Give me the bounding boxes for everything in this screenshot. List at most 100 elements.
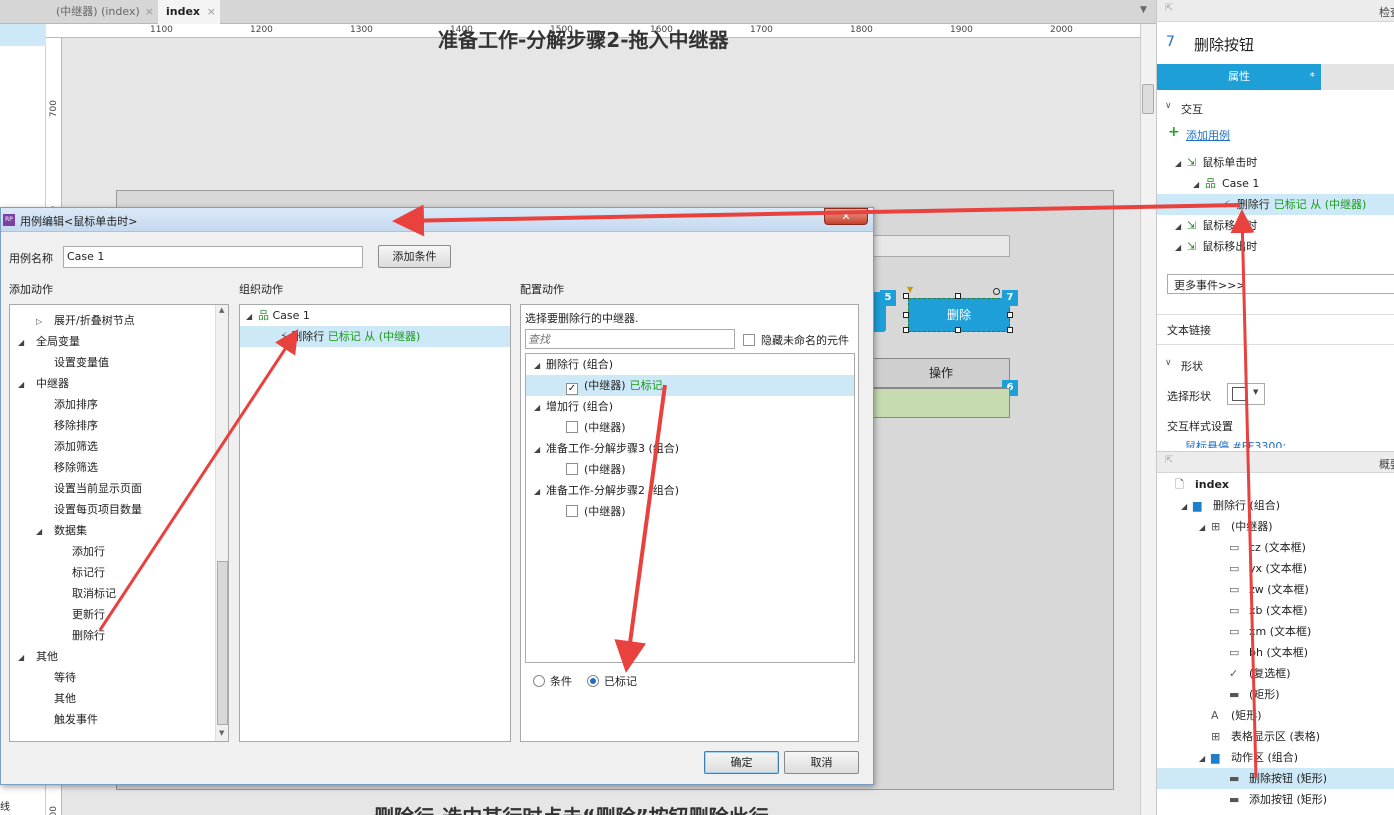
action-item[interactable]: ◢ 中继器	[10, 373, 215, 394]
plus-icon[interactable]: +	[1168, 124, 1180, 140]
outline-item[interactable]: ▬ (矩形)	[1157, 684, 1394, 705]
handle-bl[interactable]	[903, 327, 909, 333]
dialog-titlebar[interactable]: RP 用例编辑<鼠标单击时> ✕	[1, 208, 873, 232]
action-item[interactable]: 更新行	[10, 604, 215, 625]
radio-condition[interactable]: 条件	[533, 673, 572, 689]
search-input[interactable]	[525, 329, 735, 349]
tab-properties[interactable]: 属性 *	[1157, 64, 1321, 90]
expand-toggle-icon[interactable]: ◢	[1175, 237, 1187, 258]
outline-item[interactable]: ▭ zw (文本框)	[1157, 579, 1394, 600]
chevron-down-icon[interactable]: ∨	[1165, 101, 1172, 111]
outline-item[interactable]: ▬ 删除按钮 (矩形)	[1157, 768, 1394, 789]
repeater-checkbox[interactable]	[566, 421, 578, 433]
action-item[interactable]: 设置当前显示页面	[10, 478, 215, 499]
shape-selector[interactable]: ▼	[1227, 383, 1265, 405]
action-item[interactable]: 等待	[10, 667, 215, 688]
action-item[interactable]: 其他	[10, 688, 215, 709]
dialog-close-button[interactable]: ✕	[824, 208, 868, 225]
hide-unnamed-checkbox[interactable]	[743, 334, 755, 346]
action-item[interactable]: 添加筛选	[10, 436, 215, 457]
expand-toggle-icon[interactable]: ◢	[534, 397, 546, 418]
outline-item[interactable]: ✓ (复选框)	[1157, 663, 1394, 684]
tree-group-row[interactable]: ◢ 准备工作-分解步骤2 (组合)	[526, 480, 854, 501]
close-icon[interactable]: ×	[145, 0, 154, 24]
close-icon[interactable]: ×	[207, 0, 216, 24]
action-item[interactable]: 设置每页项目数量	[10, 499, 215, 520]
action-item[interactable]: ◢ 全局变量	[10, 331, 215, 352]
expand-toggle-icon[interactable]: ◢	[1199, 748, 1211, 769]
event-row[interactable]: ⚡ 删除行 已标记 从 (中继器)	[1157, 194, 1394, 215]
action-item[interactable]: 触发事件	[10, 709, 215, 730]
repeater-checkbox[interactable]	[566, 505, 578, 517]
outline-item[interactable]: ◢ ⊞ (中继器)	[1157, 516, 1394, 537]
expand-toggle-icon[interactable]: ◢	[18, 647, 30, 668]
radio-marked[interactable]: 已标记	[587, 673, 637, 689]
canvas-input-box[interactable]	[872, 235, 1010, 257]
repeater-row[interactable]: ✓ (中继器) 已标记	[526, 375, 854, 396]
expand-toggle-icon[interactable]: ▷	[36, 311, 48, 332]
tab-other[interactable]	[1321, 64, 1394, 90]
radio-circle[interactable]	[533, 675, 545, 687]
outline-item[interactable]: ◢ ▆ 删除行 (组合)	[1157, 495, 1394, 516]
action-item[interactable]: ◢ 数据集	[10, 520, 215, 541]
outline-item[interactable]: ▭ bh (文本框)	[1157, 642, 1394, 663]
expand-toggle-icon[interactable]: ◢	[36, 521, 48, 542]
outline-item[interactable]: ▭ cz (文本框)	[1157, 537, 1394, 558]
tree-group-row[interactable]: ◢ 准备工作-分解步骤3 (组合)	[526, 438, 854, 459]
action-item[interactable]: 移除排序	[10, 415, 215, 436]
repeater-row[interactable]: (中继器)	[526, 459, 854, 480]
expand-toggle-icon[interactable]: ◢	[534, 481, 546, 502]
left-strip-selection[interactable]	[0, 24, 46, 46]
action-item[interactable]: ▷ 展开/折叠树节点	[10, 310, 215, 331]
tree-group-row[interactable]: ◢ 删除行 (组合)	[526, 354, 854, 375]
hide-unnamed-toggle[interactable]: 隐藏未命名的元件	[743, 332, 849, 348]
action-item[interactable]: 移除筛选	[10, 457, 215, 478]
action-tree-scrollbar[interactable]: ▲ ▼	[215, 305, 228, 741]
action-item[interactable]: 设置变量值	[10, 352, 215, 373]
expand-toggle-icon[interactable]: ◢	[1181, 496, 1193, 517]
add-case-link[interactable]: 添加用例	[1186, 127, 1230, 143]
handle-bm[interactable]	[955, 327, 961, 333]
event-row[interactable]: ◢ 品 Case 1	[1157, 173, 1394, 194]
ok-button[interactable]: 确定	[704, 751, 779, 774]
repeater-checkbox[interactable]	[566, 463, 578, 475]
tab-repeater-index[interactable]: (中继器) (index) ×	[48, 0, 158, 24]
collapse-icon[interactable]: ⇱	[1165, 3, 1173, 14]
hover-style-text[interactable]: 鼠标悬停 #FF3300;	[1185, 438, 1286, 448]
scroll-thumb[interactable]	[217, 561, 228, 725]
radio-circle-selected[interactable]	[587, 675, 599, 687]
outline-item[interactable]: ▭ xb (文本框)	[1157, 600, 1394, 621]
outline-item[interactable]: 🗋 index	[1157, 474, 1394, 495]
chevron-down-icon[interactable]: ∨	[1165, 358, 1172, 368]
event-row[interactable]: ◢ ⇲ 鼠标移出时	[1157, 236, 1394, 257]
event-row[interactable]: ◢ ⇲ 鼠标单击时	[1157, 152, 1394, 173]
expand-toggle-icon[interactable]: ◢	[1175, 153, 1187, 174]
rotate-handle[interactable]	[993, 288, 1000, 295]
action-item[interactable]: 取消标记	[10, 583, 215, 604]
outline-item[interactable]: ▭ yx (文本框)	[1157, 558, 1394, 579]
action-item[interactable]: 标记行	[10, 562, 215, 583]
expand-toggle-icon[interactable]: ◢	[1199, 517, 1211, 538]
org-action-row[interactable]: ⚡ 删除行 已标记 从 (中继器)	[240, 326, 510, 347]
tree-group-row[interactable]: ◢ 增加行 (组合)	[526, 396, 854, 417]
add-condition-button[interactable]: 添加条件	[378, 245, 451, 268]
canvas-vertical-scrollbar[interactable]	[1140, 24, 1156, 815]
org-case-row[interactable]: ◢ 品 Case 1	[240, 305, 510, 326]
action-item[interactable]: 添加排序	[10, 394, 215, 415]
outline-item[interactable]: ⊞ 表格显示区 (表格)	[1157, 726, 1394, 747]
cancel-button[interactable]: 取消	[784, 751, 859, 774]
outline-item[interactable]: A (矩形)	[1157, 705, 1394, 726]
repeater-row[interactable]: (中继器)	[526, 417, 854, 438]
repeater-row[interactable]: (中继器)	[526, 501, 854, 522]
scroll-down-icon[interactable]: ▼	[219, 729, 224, 737]
expand-toggle-icon[interactable]: ◢	[18, 374, 30, 395]
outline-item[interactable]: ▭ xm (文本框)	[1157, 621, 1394, 642]
action-item[interactable]: 添加行	[10, 541, 215, 562]
widget-name[interactable]: 删除按钮	[1194, 34, 1254, 55]
case-name-input[interactable]: Case 1	[63, 246, 363, 268]
text-link-section[interactable]: 文本链接	[1167, 322, 1211, 338]
handle-br[interactable]	[1007, 327, 1013, 333]
expand-toggle-icon[interactable]: ◢	[534, 439, 546, 460]
more-events-dropdown[interactable]: 更多事件>>>	[1167, 274, 1394, 294]
expand-toggle-icon[interactable]: ◢	[18, 332, 30, 353]
